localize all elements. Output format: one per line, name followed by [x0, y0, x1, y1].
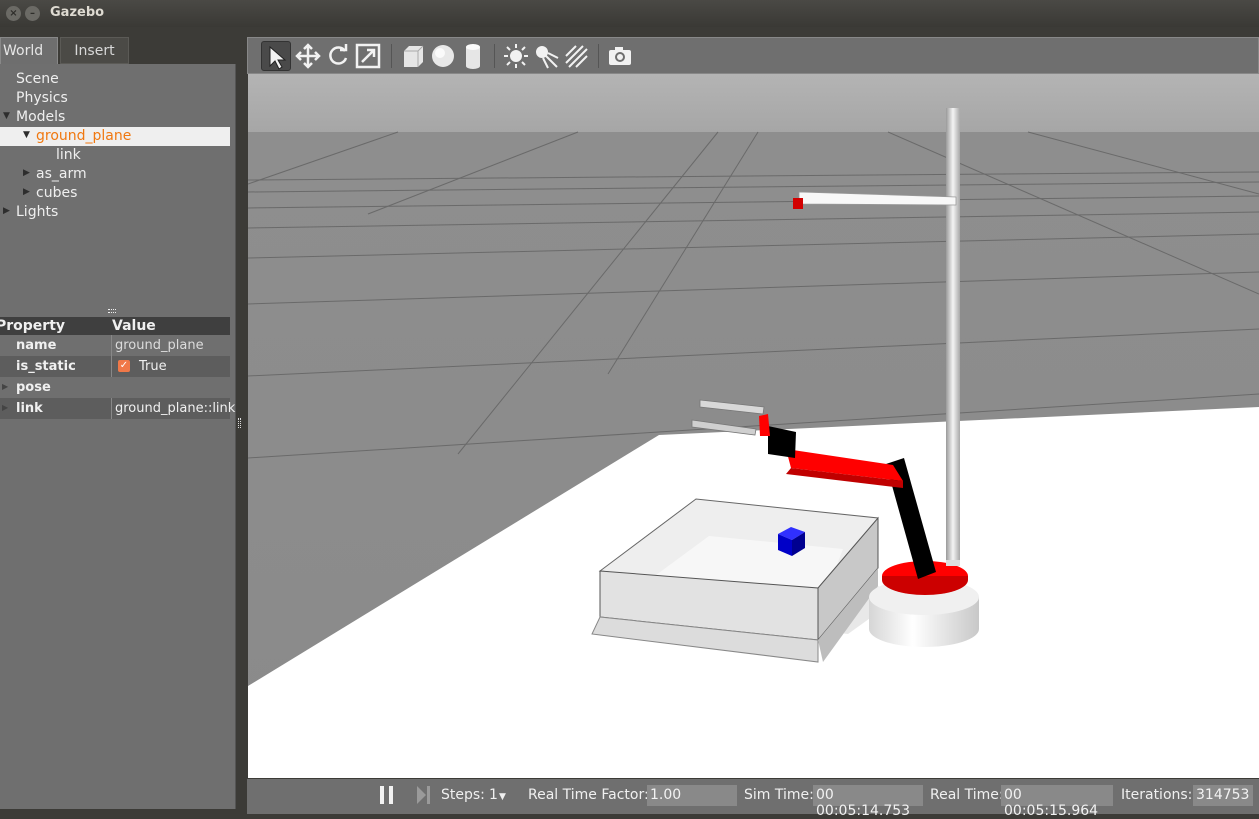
collapsed-arrow-icon[interactable]: ▶ — [2, 403, 8, 412]
expanded-arrow-icon[interactable]: ▼ — [23, 130, 30, 140]
splitter-handle[interactable] — [108, 309, 116, 313]
tree-item-scene[interactable]: Scene — [16, 70, 59, 89]
tree-item-physics[interactable]: Physics — [16, 89, 68, 108]
sim-time-label: Sim Time: — [744, 787, 814, 803]
property-key: is_static — [16, 359, 76, 374]
tree-item-as-arm[interactable]: as_arm — [36, 165, 87, 184]
window-titlebar: × – Gazebo — [0, 0, 1259, 27]
window-title: Gazebo — [50, 5, 105, 20]
property-key: pose — [16, 380, 51, 395]
chevron-down-icon[interactable]: ▼ — [499, 792, 506, 802]
minimize-window-button[interactable]: – — [25, 6, 40, 21]
property-value: ground_plane::link — [115, 401, 236, 416]
cylinder-icon[interactable] — [458, 41, 488, 71]
collapsed-arrow-icon[interactable]: ▶ — [23, 187, 30, 197]
iterations-label: Iterations: — [1121, 787, 1193, 803]
collapsed-arrow-icon[interactable]: ▶ — [23, 168, 30, 178]
tree-item-ground-plane[interactable]: ground_plane — [36, 127, 131, 146]
translate-icon[interactable] — [293, 41, 323, 71]
select-cursor-icon[interactable] — [261, 41, 291, 71]
checkbox-checked-icon[interactable]: ✓ — [118, 360, 130, 372]
world-tree-panel: Scene Physics ▼ Models ▼ ground_plane li… — [0, 64, 236, 809]
steps-value[interactable]: 1 — [489, 787, 498, 803]
real-time-field: 00 00:05:15.964 — [1001, 785, 1113, 819]
directional-light-icon[interactable] — [561, 41, 591, 71]
property-key: link — [16, 401, 43, 416]
real-time-label: Real Time: — [930, 787, 1004, 803]
tree-item-lights[interactable]: Lights — [16, 203, 58, 222]
sphere-icon[interactable] — [428, 41, 458, 71]
property-row-link[interactable]: ▶ link ground_plane::link — [0, 398, 235, 419]
real-time-factor-label: Real Time Factor: — [528, 787, 649, 803]
property-value: True — [139, 359, 167, 374]
property-header: Property Value — [0, 317, 230, 335]
sky — [248, 74, 1259, 132]
property-row-name[interactable]: name ground_plane — [0, 335, 230, 356]
real-time-factor-field: 1.00 — [647, 785, 737, 806]
tree-item-cubes[interactable]: cubes — [36, 184, 77, 203]
camera-sensor — [793, 198, 803, 209]
property-row-pose[interactable]: ▶ pose — [0, 377, 230, 398]
step-forward-icon[interactable] — [417, 786, 431, 804]
rotate-icon[interactable] — [323, 41, 353, 71]
tree-item-link[interactable]: link — [56, 146, 81, 165]
tree-item-models[interactable]: Models — [16, 108, 65, 127]
property-column-header: Property — [0, 318, 66, 334]
property-key: name — [16, 338, 57, 353]
close-window-button[interactable]: × — [6, 6, 21, 21]
collapsed-arrow-icon[interactable]: ▶ — [2, 382, 8, 391]
expanded-arrow-icon[interactable]: ▼ — [3, 111, 10, 121]
pane-splitter-handle[interactable] — [238, 418, 241, 428]
screenshot-icon[interactable] — [605, 41, 635, 71]
value-column-header: Value — [112, 318, 156, 334]
property-row-is-static[interactable]: is_static ✓ True — [0, 356, 230, 377]
tab-world[interactable]: World — [0, 37, 58, 64]
box-icon[interactable] — [398, 41, 428, 71]
property-value: ground_plane — [115, 338, 204, 353]
camera-pole — [946, 108, 960, 564]
steps-label: Steps: — [441, 787, 485, 803]
left-panel: World Insert Scene Physics ▼ Models ▼ gr… — [0, 27, 241, 814]
3d-viewport[interactable] — [248, 74, 1259, 778]
scale-icon[interactable] — [353, 41, 383, 71]
status-bar: Steps: 1 ▼ Real Time Factor: 1.00 Sim Ti… — [247, 779, 1259, 819]
tab-insert[interactable]: Insert — [60, 37, 129, 64]
iterations-field: 314753 — [1193, 785, 1253, 806]
point-light-icon[interactable] — [501, 41, 531, 71]
collapsed-arrow-icon[interactable]: ▶ — [3, 206, 10, 216]
pause-icon[interactable] — [380, 786, 394, 804]
sim-time-field: 00 00:05:14.753 — [813, 785, 923, 819]
toolbar — [247, 37, 1259, 74]
spot-light-icon[interactable] — [531, 41, 561, 71]
